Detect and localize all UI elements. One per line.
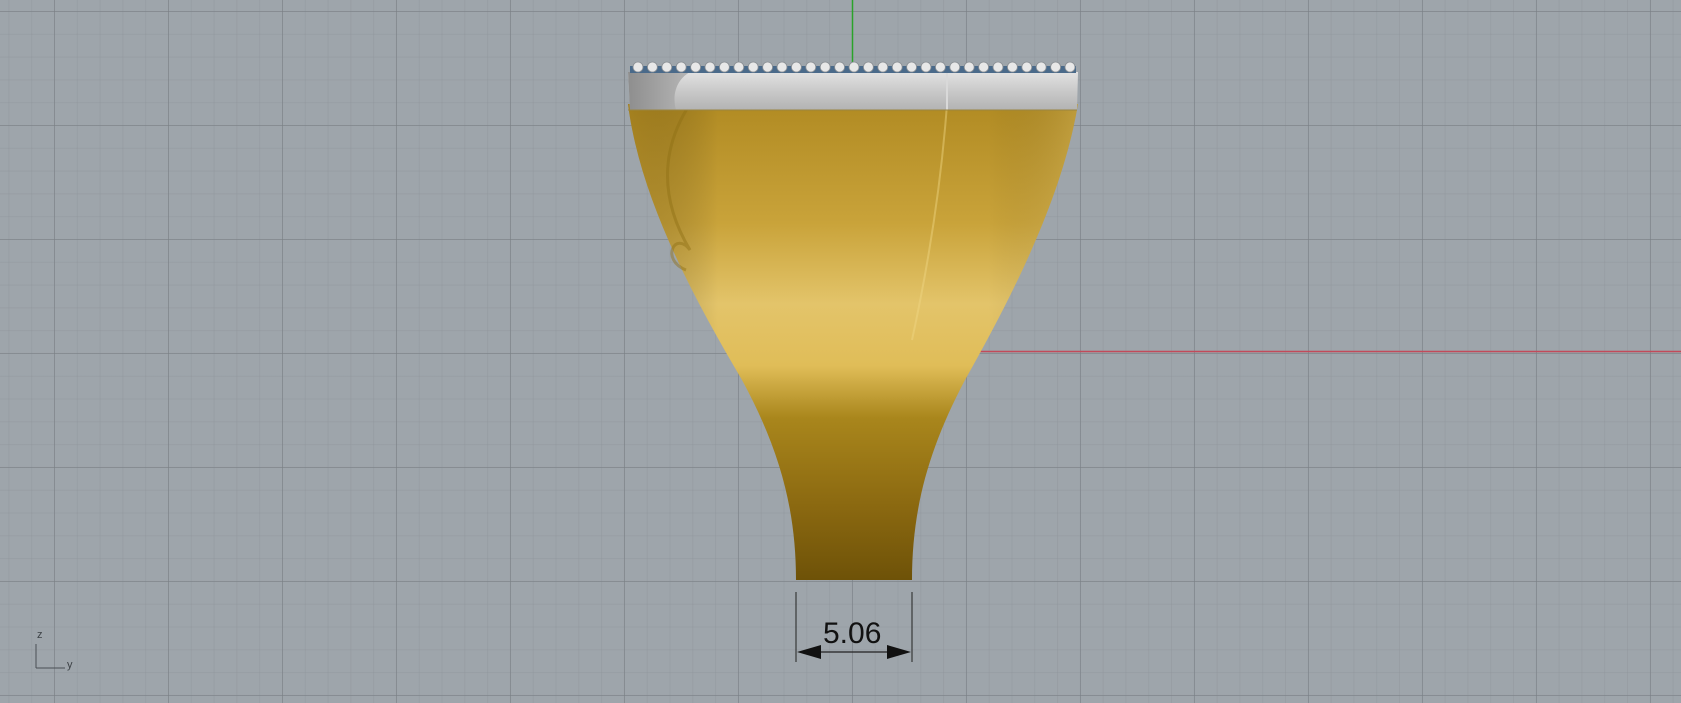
gem-prong xyxy=(819,61,831,73)
gem-prong xyxy=(733,61,745,73)
gem-prong xyxy=(1050,61,1061,73)
dimension-arrow-left-icon xyxy=(797,645,821,659)
ring-shank-shading xyxy=(628,104,1078,580)
gem-prong xyxy=(632,61,644,73)
gem-prong xyxy=(791,61,802,73)
dimension-value: 5.06 xyxy=(823,617,882,650)
gem-prong xyxy=(762,61,773,73)
perspective-viewport[interactable]: 5.06 z y xyxy=(0,0,1681,703)
gem-prong xyxy=(906,61,917,73)
top-band[interactable] xyxy=(628,72,1078,110)
gem-prong xyxy=(848,61,860,73)
axis-widget xyxy=(35,644,65,669)
gem-prong xyxy=(704,61,716,73)
axis-widget-z-label: z xyxy=(37,629,43,641)
gem-prong xyxy=(747,61,759,73)
gem-prong xyxy=(647,61,658,73)
gem-prong xyxy=(661,61,673,73)
gem-prong xyxy=(978,61,989,73)
gem-prong xyxy=(719,61,730,73)
gem-prong xyxy=(675,61,687,73)
gem-prong xyxy=(776,61,788,73)
gem-prong xyxy=(834,61,845,73)
gem-prong xyxy=(877,61,889,73)
gem-prong xyxy=(920,61,932,73)
gem-prong xyxy=(863,61,874,73)
gem-prong xyxy=(992,61,1004,73)
dimension-arrow-right-icon xyxy=(887,645,911,659)
gem-prong xyxy=(690,61,701,73)
gem-prong xyxy=(805,61,817,73)
gem-prong xyxy=(949,61,961,73)
gem-prong xyxy=(1021,61,1033,73)
gem-prong xyxy=(891,61,903,73)
gem-prongs xyxy=(632,61,1076,73)
gem-prong xyxy=(963,61,975,73)
gem-prong xyxy=(1064,61,1076,73)
gem-prong xyxy=(1035,61,1047,73)
gem-prong xyxy=(1007,61,1018,73)
axis-widget-y-label: y xyxy=(67,659,73,671)
gem-prong xyxy=(935,61,946,73)
viewport-scene xyxy=(35,0,1681,669)
